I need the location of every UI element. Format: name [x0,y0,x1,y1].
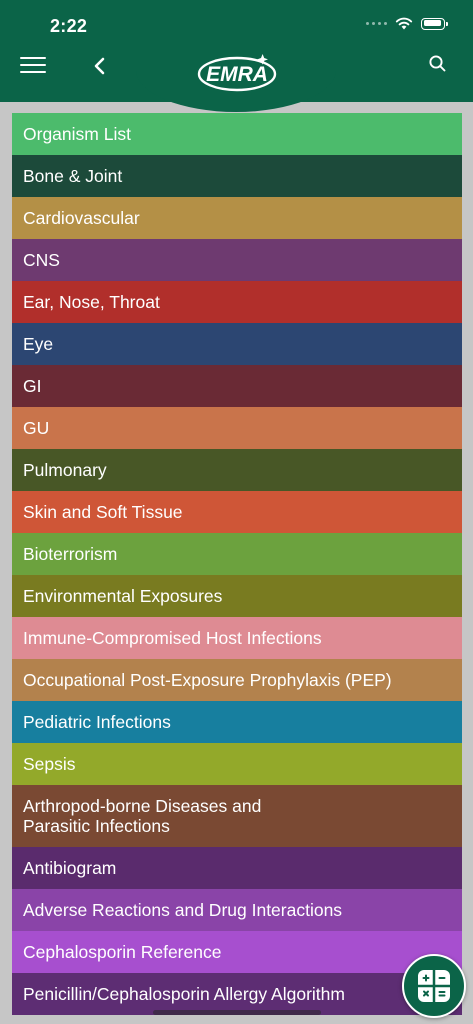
home-indicator [153,1010,321,1015]
list-item-label: Bone & Joint [23,166,123,186]
list-item[interactable]: Penicillin/Cephalosporin Allergy Algorit… [12,973,462,1015]
list-item-label: Eye [23,334,54,354]
calculator-icon [418,970,450,1002]
list-item[interactable]: Sepsis [12,743,462,785]
list-item-label: Pulmonary [23,460,107,480]
list-item-label: Cephalosporin Reference [23,942,222,962]
list-item-label: Pediatric Infections [23,712,171,732]
status-icons [366,17,448,30]
list-item[interactable]: Organism List [12,113,462,155]
list-item-label: Penicillin/Cephalosporin Allergy Algorit… [23,984,345,1004]
calculator-button[interactable] [402,954,466,1018]
status-time: 2:22 [50,16,88,36]
list-item-label: Sepsis [23,754,76,774]
list-item[interactable]: Adverse Reactions and Drug Interactions [12,889,462,931]
list-item[interactable]: Antibiogram [12,847,462,889]
list-item-label: Antibiogram [23,858,117,878]
menu-icon [20,57,46,59]
back-chevron-icon [94,57,105,75]
topic-list: Organism List Bone & Joint Cardiovascular C… [12,113,462,1015]
list-item-label: Occupational Post-Exposure Prophylaxis (… [23,670,392,690]
list-item[interactable]: Pulmonary [12,449,462,491]
list-item-label: GI [23,376,42,396]
list-item-label: Immune-Compromised Host Infections [23,628,322,648]
list-item-label: Adverse Reactions and Drug Interactions [23,900,343,920]
list-item[interactable]: Bioterrorism [12,533,462,575]
list-item[interactable]: Cephalosporin Reference [12,931,462,973]
list-item[interactable]: Pediatric Infections [12,701,462,743]
emra-logo: EMRA [197,54,277,92]
search-button[interactable] [428,54,448,74]
list-item[interactable]: CNS [12,239,462,281]
list-item-label: Ear, Nose, Throat [23,292,160,312]
list-item[interactable]: GU [12,407,462,449]
list-item-label: Bioterrorism [23,544,118,564]
list-item[interactable]: Immune-Compromised Host Infections [12,617,462,659]
list-item-label: Organism List [23,124,131,144]
list-item[interactable]: Ear, Nose, Throat [12,281,462,323]
list-item-label: CNS [23,250,60,270]
list-item[interactable]: Arthropod-borne Diseases and Parasitic I… [12,785,462,847]
back-button[interactable] [90,54,110,78]
search-icon [429,55,446,72]
list-item[interactable]: Cardiovascular [12,197,462,239]
list-item-label: GU [23,418,50,438]
list-item-label: Environmental Exposures [23,586,223,606]
list-item-label: Cardiovascular [23,208,140,228]
battery-icon [421,17,448,30]
list-item[interactable]: GI [12,365,462,407]
list-item[interactable]: Eye [12,323,462,365]
logo-text: EMRA [206,63,268,86]
list-item[interactable]: Environmental Exposures [12,575,462,617]
list-item-label: Skin and Soft Tissue [23,502,183,522]
wifi-icon [395,17,413,30]
list-item-label: Arthropod-borne Diseases and Parasitic I… [23,796,262,836]
list-item[interactable]: Bone & Joint [12,155,462,197]
list-item[interactable]: Occupational Post-Exposure Prophylaxis (… [12,659,462,701]
menu-button[interactable] [20,56,46,76]
cellular-signal-icon [366,22,387,25]
list-item[interactable]: Skin and Soft Tissue [12,491,462,533]
